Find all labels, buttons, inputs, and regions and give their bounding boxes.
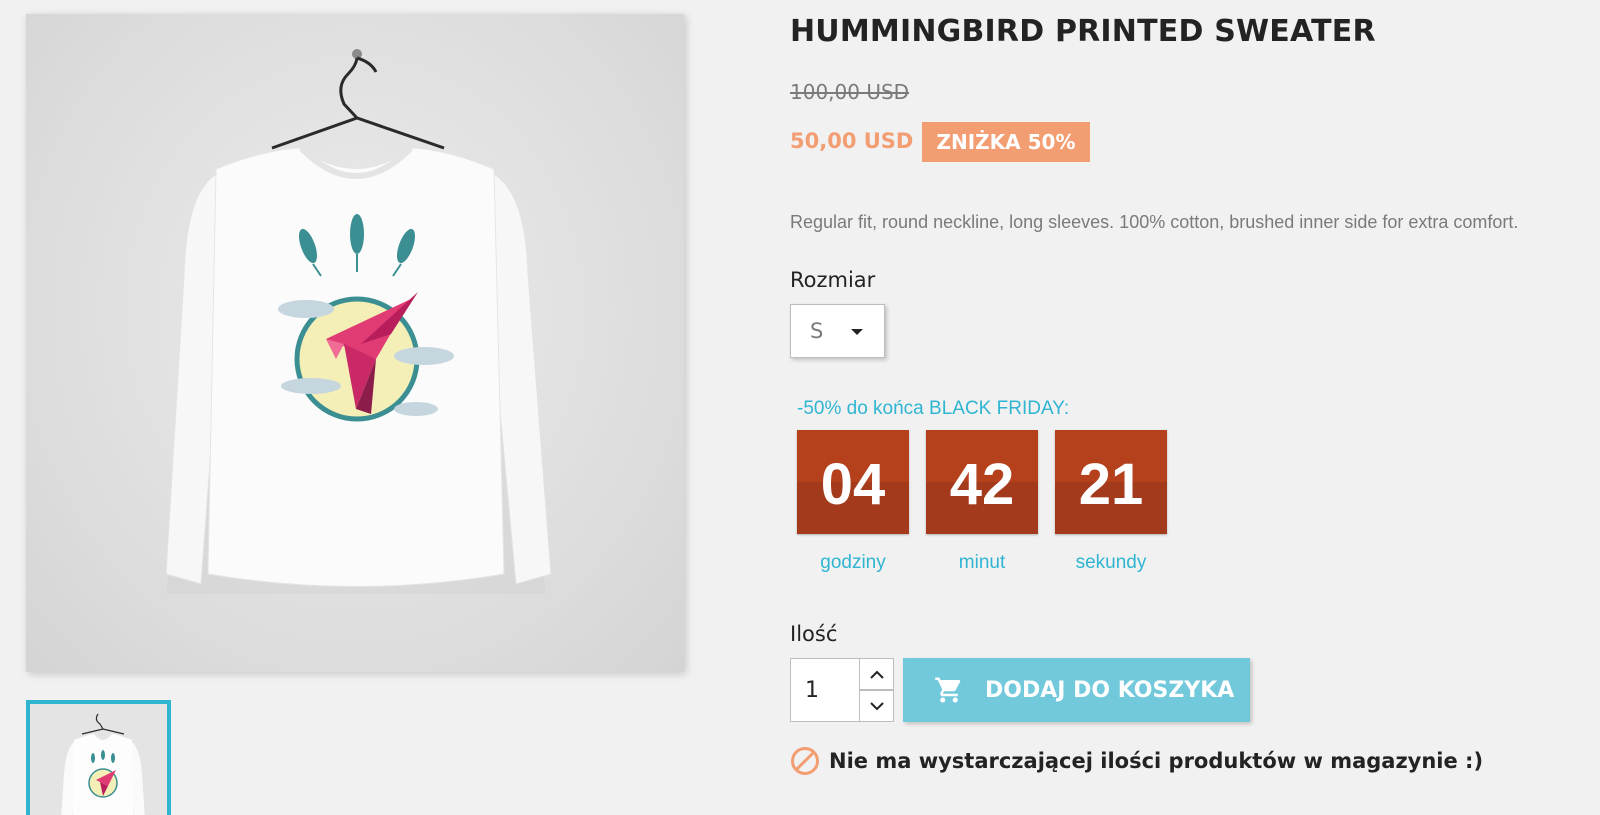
current-price: 50,00 USD (790, 129, 914, 153)
countdown-title: -50% do końca BLACK FRIDAY: (797, 398, 1070, 419)
countdown-seconds-value: 21 (1055, 430, 1167, 534)
quantity-input[interactable] (790, 658, 860, 722)
countdown-hours-label: godziny (820, 552, 886, 573)
countdown-hours-value: 04 (797, 430, 909, 534)
quantity-increase-button[interactable] (859, 658, 894, 690)
size-select[interactable]: S (790, 304, 885, 358)
stock-message-text: Nie ma wystarczającej ilości produktów w… (829, 749, 1484, 773)
caret-down-icon (851, 329, 863, 335)
chevron-up-icon (869, 670, 884, 679)
countdown-minutes-label: minut (958, 552, 1006, 573)
ban-icon (790, 746, 820, 776)
size-selected-value: S (810, 319, 824, 343)
discount-badge: ZNIŻKA 50% (922, 122, 1090, 162)
cart-icon (933, 675, 965, 705)
product-thumbnail[interactable] (26, 700, 171, 815)
add-to-cart-button[interactable]: DODAJ DO KOSZYKA (903, 658, 1250, 722)
add-to-cart-label: DODAJ DO KOSZYKA (985, 677, 1235, 703)
sweater-illustration (165, 49, 552, 594)
product-cover-image[interactable] (26, 14, 684, 672)
quantity-decrease-button[interactable] (859, 690, 894, 722)
size-label: Rozmiar (790, 268, 876, 292)
countdown-seconds-label: sekundy (1075, 552, 1147, 573)
quantity-label: Ilość (790, 622, 838, 646)
product-description: Regular fit, round neckline, long sleeve… (790, 212, 1519, 232)
product-title: HUMMINGBIRD PRINTED SWEATER (790, 14, 1376, 49)
countdown-minutes-value: 42 (926, 430, 1038, 534)
stock-message: Nie ma wystarczającej ilości produktów w… (790, 746, 1483, 776)
chevron-down-icon (869, 701, 884, 710)
regular-price: 100,00 USD (790, 80, 910, 104)
sweater-thumbnail-illustration (61, 713, 145, 815)
